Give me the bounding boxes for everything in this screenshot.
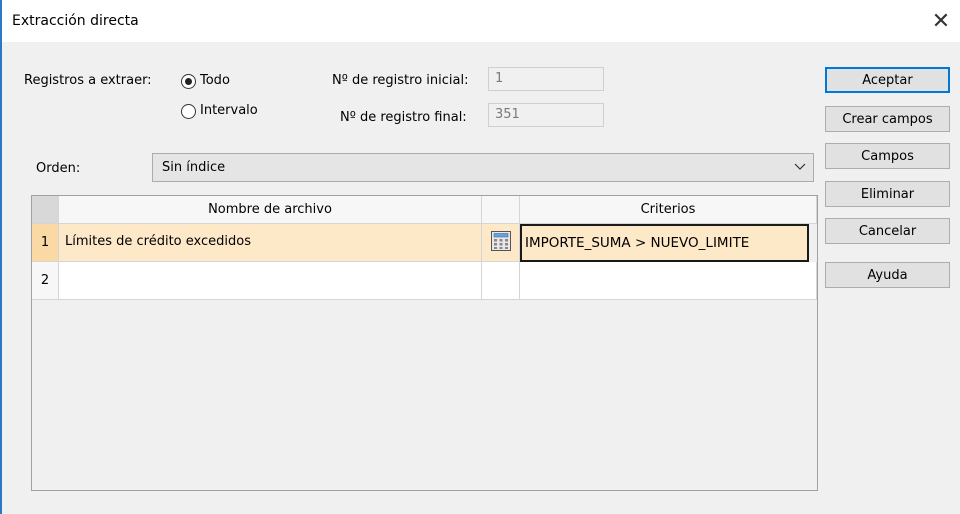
column-header-icon (482, 196, 520, 224)
column-header-criteria-label: Criterios (640, 202, 696, 217)
delete-button[interactable]: Eliminar (825, 181, 950, 207)
table-row-criteria-cell[interactable]: IMPORTE_SUMA > NUEVO_LIMITE (520, 224, 809, 262)
end-record-label: Nº de registro final: (340, 110, 467, 125)
start-record-field[interactable]: 1 (488, 67, 604, 91)
table-row-criteria-cell[interactable] (520, 262, 817, 300)
column-header-filename[interactable]: Nombre de archivo (59, 196, 482, 224)
fields-button[interactable]: Campos (825, 143, 950, 169)
column-header-filename-label: Nombre de archivo (208, 202, 332, 217)
title-bar: Extracción directa ✕ (2, 0, 960, 42)
radio-range-indicator[interactable] (181, 104, 196, 119)
records-label: Registros a extraer: (24, 73, 152, 88)
equation-cell[interactable] (482, 262, 520, 300)
column-header-criteria[interactable]: Criterios (520, 196, 817, 224)
row-number[interactable]: 1 (32, 224, 59, 262)
radio-all-indicator[interactable] (181, 74, 196, 89)
radio-all-label[interactable]: Todo (200, 73, 230, 88)
filename-value: Límites de crédito excedidos (65, 234, 251, 249)
grid-corner (32, 196, 59, 224)
create-fields-button[interactable]: Crear campos (825, 106, 950, 132)
start-record-label: Nº de registro inicial: (332, 73, 469, 88)
row-number-label: 2 (40, 273, 50, 288)
order-select-value: Sin índice (162, 160, 226, 175)
end-record-value: 351 (495, 107, 520, 122)
chevron-down-icon (793, 159, 807, 177)
accept-button[interactable]: Aceptar (825, 67, 950, 93)
help-button[interactable]: Ayuda (825, 262, 950, 288)
radio-range-label[interactable]: Intervalo (200, 103, 258, 118)
criteria-value: IMPORTE_SUMA > NUEVO_LIMITE (525, 235, 750, 251)
table-row-filename-cell[interactable]: Límites de crédito excedidos (59, 224, 482, 262)
end-record-field[interactable]: 351 (488, 103, 604, 127)
table-row-filename-cell[interactable] (59, 262, 482, 300)
extraction-grid: Nombre de archivo Criterios 1 Límites de… (31, 195, 818, 491)
start-record-value: 1 (495, 71, 504, 86)
window-title: Extracción directa (12, 13, 139, 29)
row-number[interactable]: 2 (32, 262, 59, 300)
order-label: Orden: (36, 161, 81, 176)
order-select[interactable]: Sin índice (152, 153, 814, 182)
calculator-icon (490, 230, 512, 256)
cancel-button[interactable]: Cancelar (825, 218, 950, 244)
extraction-dialog: Extracción directa ✕ Registros a extraer… (0, 0, 960, 514)
close-button[interactable]: ✕ (922, 6, 960, 36)
close-icon: ✕ (931, 8, 951, 34)
equation-editor-button[interactable] (482, 224, 520, 262)
row-number-label: 1 (40, 235, 50, 250)
